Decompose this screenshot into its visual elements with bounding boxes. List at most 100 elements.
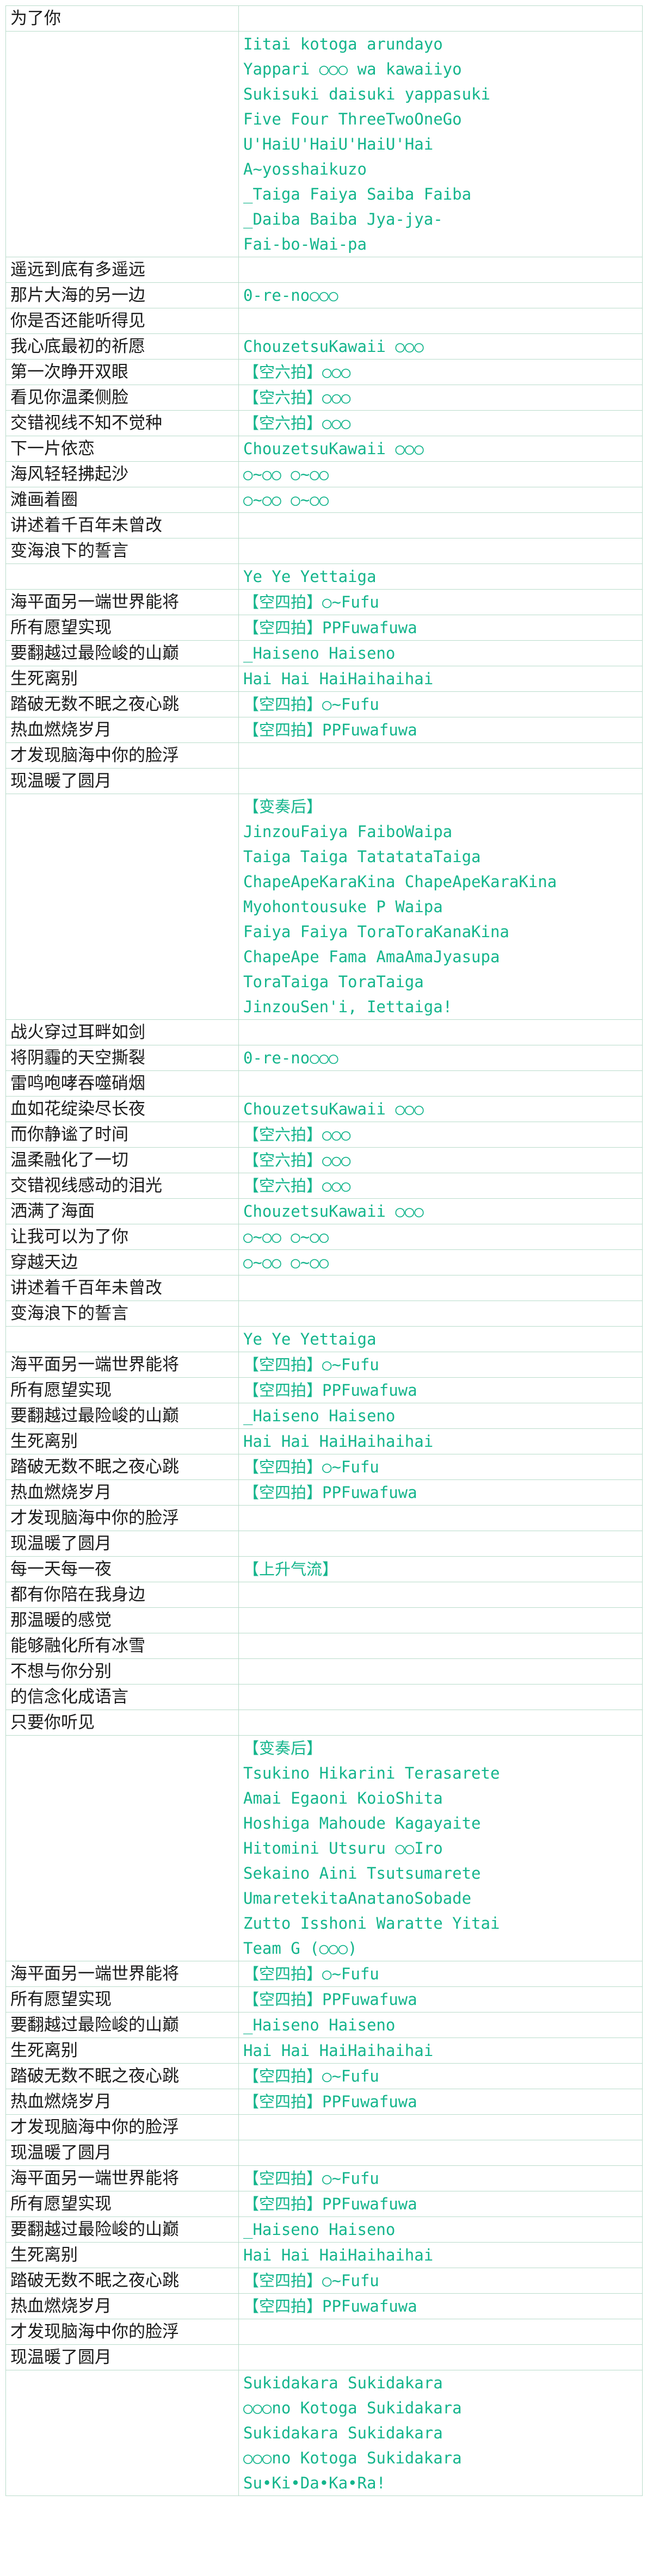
lyric-cell: 现温暖了圆月 — [5, 2140, 239, 2166]
lyric-cell: 海风轻轻拂起沙 — [5, 461, 239, 487]
lyric-row: 的信念化成语言 — [5, 1684, 643, 1710]
lyric-row: 交错视线不知不觉种 【空六拍】○○○ — [5, 410, 643, 436]
call-cell: 【空四拍】○~Fufu — [238, 2268, 643, 2294]
call-line: _Haiseno Haiseno — [243, 2220, 396, 2239]
call-cell — [238, 1607, 643, 1633]
call-line: 【空四拍】○~Fufu — [243, 1965, 379, 1983]
call-cell: ○~○○ ○~○○ — [238, 461, 643, 487]
call-line: 【变奏后】 — [243, 1739, 323, 1757]
lyric-cell: 将阴霾的天空撕裂 — [5, 1045, 239, 1071]
lyric-row: 海平面另一端世界能将 【空四拍】○~Fufu — [5, 2165, 643, 2191]
call-line: JinzouFaiya FaiboWaipa — [243, 822, 453, 841]
call-cell — [238, 1070, 643, 1097]
call-cell: ○~○○ ○~○○ — [238, 487, 643, 513]
call-cell — [238, 1582, 643, 1608]
lyric-row: 才发现脑海中你的脸浮 — [5, 742, 643, 769]
call-cell: ○~○○ ○~○○ — [238, 1249, 643, 1275]
lyric-row: 那片大海的另一边 0-re-no○○○ — [5, 282, 643, 308]
lyric-cell: 海平面另一端世界能将 — [5, 1961, 239, 1987]
call-cell — [238, 2344, 643, 2370]
lyric-row: 看见你温柔侧脸 【空六拍】○○○ — [5, 385, 643, 411]
call-cell: 【空四拍】PPFuwafuwa — [238, 2191, 643, 2217]
call-line: 【空四拍】PPFuwafuwa — [243, 618, 417, 637]
lyric-row: 所有愿望实现 【空四拍】PPFuwafuwa — [5, 1377, 643, 1403]
lyric-row: 血如花绽染尽长夜 ChouzetsuKawaii ○○○ — [5, 1096, 643, 1122]
lyric-cell: 讲述着千百年未曾改 — [5, 512, 239, 538]
lyric-cell: 只要你听见 — [5, 1710, 239, 1736]
lyric-cell: 生死离别 — [5, 1428, 239, 1454]
lyric-cell: 所有愿望实现 — [5, 2191, 239, 2217]
call-cell: 【空四拍】PPFuwafuwa — [238, 2089, 643, 2115]
call-cell: Ye Ye Yettaiga — [238, 564, 643, 590]
call-line: 【变奏后】 — [243, 797, 323, 816]
call-line: 【空四拍】PPFuwafuwa — [243, 2092, 417, 2111]
call-cell — [238, 538, 643, 564]
call-cell: Iitai kotoga arundayo Yappari ○○○ wa kawa… — [238, 31, 643, 257]
lyric-row: 交错视线感动的泪光 【空六拍】○○○ — [5, 1173, 643, 1199]
lyric-row: 雷鸣咆哮吞噬硝烟 — [5, 1070, 643, 1097]
call-cell: Hai Hai HaiHaihaihai — [238, 2242, 643, 2268]
call-cell — [238, 1275, 643, 1301]
call-line: 【空四拍】PPFuwafuwa — [243, 1990, 417, 2009]
call-line: Hai Hai HaiHaihaihai — [243, 2041, 434, 2060]
call-cell: 0-re-no○○○ — [238, 282, 643, 308]
lyric-row: 滩画着圈 ○~○○ ○~○○ — [5, 487, 643, 513]
call-line: 【空四拍】○~Fufu — [243, 593, 379, 611]
lyric-cell: 的信念化成语言 — [5, 1684, 239, 1710]
call-line: 【空四拍】PPFuwafuwa — [243, 721, 417, 739]
lyric-row: 所有愿望实现 【空四拍】PPFuwafuwa — [5, 2191, 643, 2217]
call-cell: ChouzetsuKawaii ○○○ — [238, 1096, 643, 1122]
call-line: 【空四拍】○~Fufu — [243, 2271, 379, 2290]
lyric-row: 热血燃烧岁月 【空四拍】PPFuwafuwa — [5, 1479, 643, 1506]
call-line: ChouzetsuKawaii ○○○ — [243, 439, 424, 458]
lyric-row: 让我可以为了你 ○~○○ ○~○○ — [5, 1224, 643, 1250]
lyric-row: 踏破无数不眠之夜心跳 【空四拍】○~Fufu — [5, 2063, 643, 2089]
call-cell: 【空四拍】PPFuwafuwa — [238, 2293, 643, 2319]
call-line: Myohontousuke P Waipa — [243, 897, 443, 916]
lyric-row: 要翻越过最险峻的山巅 _Haiseno Haiseno — [5, 2216, 643, 2243]
lyric-cell: 不想与你分别 — [5, 1658, 239, 1685]
call-cell: 【空四拍】○~Fufu — [238, 1454, 643, 1480]
call-cell: _Haiseno Haiseno — [238, 2012, 643, 2038]
lyric-row: 海平面另一端世界能将 【空四拍】○~Fufu — [5, 589, 643, 615]
call-line: 【空四拍】PPFuwafuwa — [243, 2195, 417, 2213]
call-cell: 【上升气流】 — [238, 1556, 643, 1582]
lyric-row: 热血燃烧岁月 【空四拍】PPFuwafuwa — [5, 717, 643, 743]
lyric-cell: 生死离别 — [5, 2038, 239, 2064]
call-cell: 【变奏后】 JinzouFaiya FaiboWaipa Taiga Taiga T… — [238, 794, 643, 1020]
call-cell: ChouzetsuKawaii ○○○ — [238, 333, 643, 360]
call-line: Tsukino Hikarini Terasarete — [243, 1764, 500, 1782]
call-cell: 【空六拍】○○○ — [238, 1122, 643, 1148]
call-line: ○○○no Kotoga Sukidakara — [243, 2449, 462, 2467]
lyric-row: 要翻越过最险峻的山巅 _Haiseno Haiseno — [5, 2012, 643, 2038]
lyric-cell: 才发现脑海中你的脸浮 — [5, 1505, 239, 1531]
call-cell — [238, 768, 643, 794]
call-line: 【空四拍】○~Fufu — [243, 1355, 379, 1374]
lyric-cell — [5, 31, 239, 257]
call-cell: 【空六拍】○○○ — [238, 385, 643, 411]
call-cell — [238, 308, 643, 334]
lyric-cell: 才发现脑海中你的脸浮 — [5, 2319, 239, 2345]
lyric-cell — [5, 794, 239, 1020]
lyric-cell: 讲述着千百年未曾改 — [5, 1275, 239, 1301]
call-line: Hoshiga Mahoude Kagayaite — [243, 1814, 481, 1832]
call-cell — [238, 1301, 643, 1327]
lyric-row: 讲述着千百年未曾改 — [5, 1275, 643, 1301]
lyric-cell: 变海浪下的誓言 — [5, 1301, 239, 1327]
call-line: 【空六拍】○○○ — [243, 388, 351, 407]
call-cell: ○~○○ ○~○○ — [238, 1224, 643, 1250]
lyric-cell: 变海浪下的誓言 — [5, 538, 239, 564]
call-cell — [238, 2114, 643, 2140]
call-line: 【空四拍】○~Fufu — [243, 2169, 379, 2188]
lyric-row: 你是否还能听得见 — [5, 308, 643, 334]
call-line: Su•Ki•Da•Ka•Ra! — [243, 2474, 386, 2492]
lyrics-call-table: 为了你 Iitai kotoga arundayo Yappari ○○○ wa k… — [5, 5, 643, 2496]
call-line: U'HaiU'HaiU'HaiU'Hai — [243, 135, 434, 153]
lyric-row: 战火穿过耳畔如剑 — [5, 1019, 643, 1045]
lyric-cell: 要翻越过最险峻的山巅 — [5, 1403, 239, 1429]
call-cell — [238, 1505, 643, 1531]
lyric-row: 踏破无数不眠之夜心跳 【空四拍】○~Fufu — [5, 1454, 643, 1480]
call-line: 【空四拍】○~Fufu — [243, 2067, 379, 2085]
lyric-cell: 生死离别 — [5, 2242, 239, 2268]
lyric-cell: 所有愿望实现 — [5, 1377, 239, 1403]
